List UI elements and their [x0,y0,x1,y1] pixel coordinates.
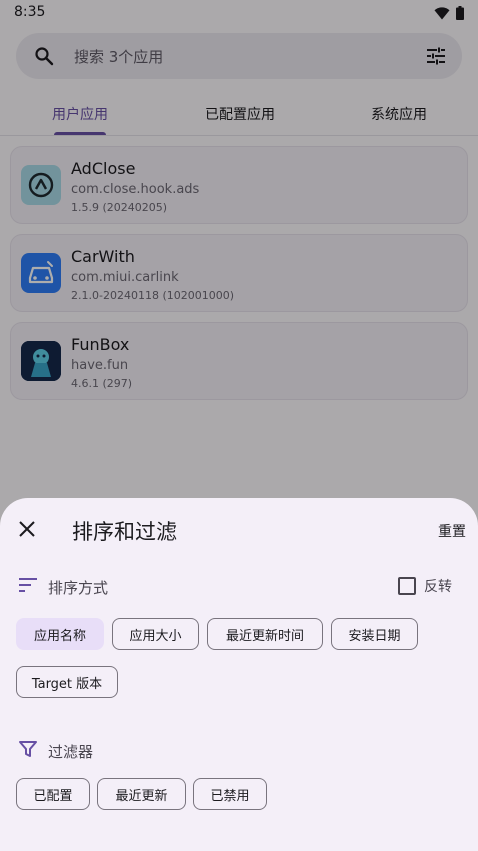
sort-icon [18,577,38,597]
chip-sort-size[interactable]: 应用大小 [112,618,199,650]
chip-sort-name[interactable]: 应用名称 [16,618,104,650]
chip-filter-disabled[interactable]: 已禁用 [193,778,267,810]
sort-label: 排序方式 [48,578,109,597]
chip-filter-recent-update[interactable]: 最近更新 [97,778,186,810]
filter-icon [18,740,38,762]
reverse-label: 反转 [424,579,452,595]
filter-section-header: 过滤器 [18,739,93,763]
chip-sort-update-time[interactable]: 最近更新时间 [207,618,323,650]
sort-filter-sheet: 排序和过滤 重置 排序方式 反转 应用名称 应用大小 最近更新时间 安装日期 T… [0,498,478,851]
sheet-title: 排序和过滤 [72,520,177,544]
sort-section-header: 排序方式 [18,575,108,599]
close-icon[interactable] [18,520,36,542]
filter-label: 过滤器 [48,742,94,761]
reverse-checkbox[interactable] [398,577,416,595]
chip-sort-target-version[interactable]: Target 版本 [16,666,118,698]
reset-button[interactable]: 重置 [438,521,466,541]
chip-sort-install-date[interactable]: 安装日期 [331,618,418,650]
chip-filter-configured[interactable]: 已配置 [16,778,90,810]
reverse-toggle[interactable]: 反转 [398,576,452,596]
